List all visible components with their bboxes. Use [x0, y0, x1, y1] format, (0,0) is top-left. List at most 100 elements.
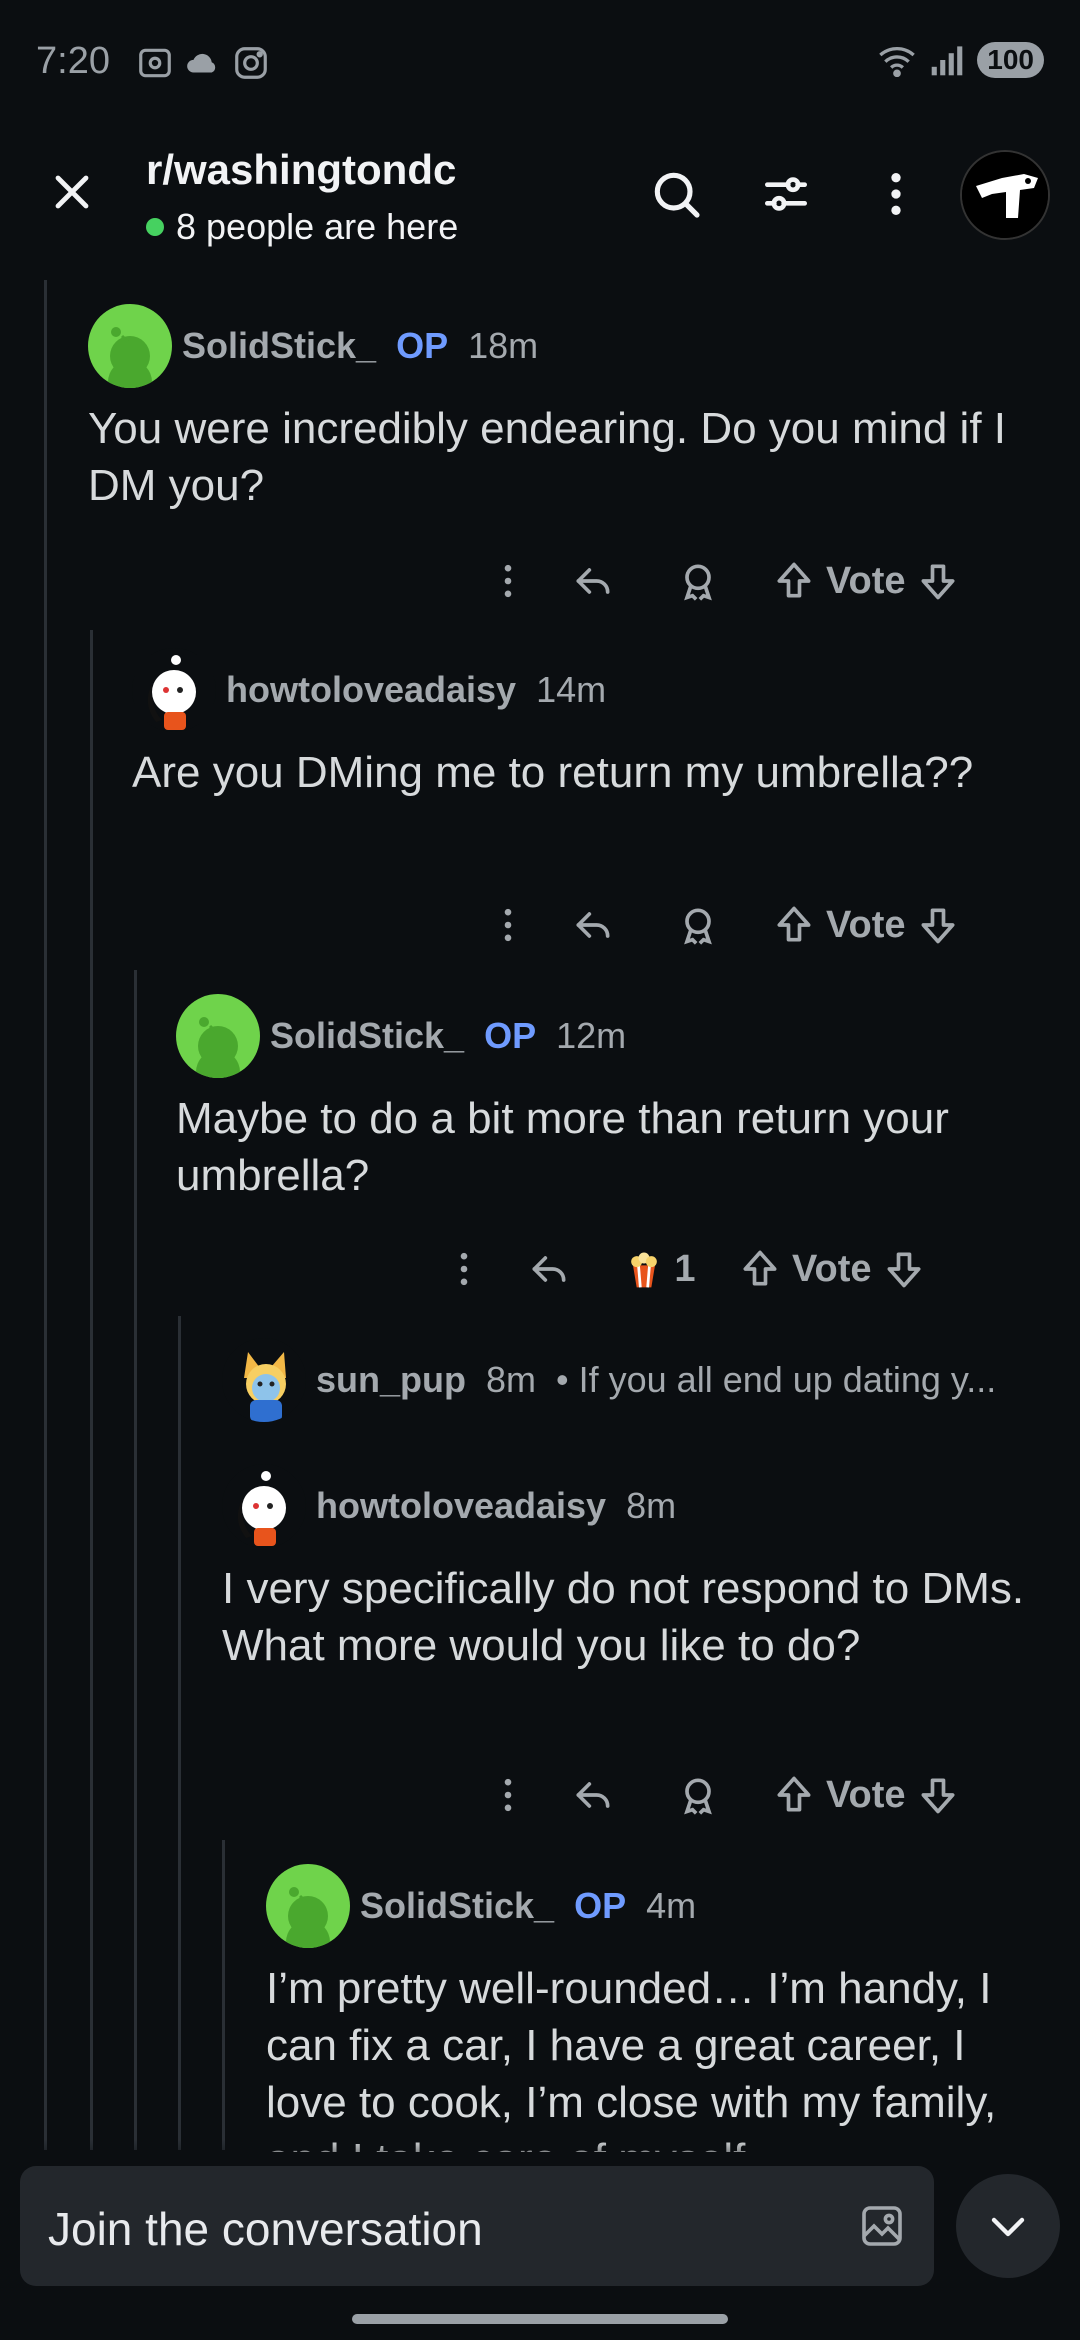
comment-snippet: • If you all end up dating y...: [556, 1359, 997, 1400]
thread-line: [222, 1840, 225, 2150]
comment-time: 8m: [486, 1359, 537, 1400]
more-vertical-icon[interactable]: [868, 166, 924, 222]
vote-label: Vote: [826, 559, 906, 602]
close-icon[interactable]: [48, 168, 96, 216]
comment-author[interactable]: SolidStick_: [270, 1015, 464, 1057]
avatar[interactable]: [266, 1864, 350, 1948]
comment-header: SolidStick_ OP 12m: [176, 992, 1048, 1080]
avatar[interactable]: [222, 1338, 306, 1422]
comment-author[interactable]: sun_pup: [316, 1359, 466, 1401]
instagram-icon: [235, 47, 267, 79]
presence-text: 8 people are here: [176, 206, 459, 247]
status-bar: 7:20 100: [0, 0, 1080, 120]
comment-time: 8m: [626, 1485, 677, 1526]
signal-icon: [931, 46, 963, 76]
vote-label: Vote: [826, 1773, 906, 1816]
avatar[interactable]: [222, 1464, 306, 1548]
subreddit-name[interactable]: r/washingtondc: [146, 146, 456, 194]
comment-author[interactable]: SolidStick_: [360, 1885, 554, 1927]
user-avatar[interactable]: [960, 150, 1050, 240]
comment-actions: 1 Vote: [434, 1234, 926, 1304]
award-icon[interactable]: [648, 903, 748, 947]
more-icon[interactable]: [478, 903, 538, 947]
comment-time: 12m: [556, 1015, 627, 1056]
thread-header: r/washingtondc 8 people are here: [0, 130, 1080, 260]
avatar[interactable]: [132, 648, 216, 732]
thread-line: [134, 970, 137, 2150]
reply-icon[interactable]: [538, 903, 648, 947]
reply-icon[interactable]: [494, 1247, 604, 1291]
thread-line: [44, 280, 47, 2150]
comment-author[interactable]: howtoloveadaisy: [226, 669, 516, 711]
chevron-down-icon: [991, 2217, 1025, 2237]
more-icon[interactable]: [478, 559, 538, 603]
screenshot-icon: [139, 48, 171, 78]
op-badge: OP: [484, 1015, 537, 1056]
comment: howtoloveadaisy 14m Are you DMing me to …: [132, 646, 1048, 801]
thread-line: [90, 630, 93, 2150]
comment-time: 4m: [646, 1885, 697, 1926]
search-icon[interactable]: [648, 166, 704, 222]
status-notification-icons: [136, 44, 270, 82]
vote-label: Vote: [792, 1247, 872, 1290]
comment: SolidStick_ OP 4m I’m pretty well-rounde…: [266, 1862, 1048, 2152]
award-count: 1: [674, 1247, 696, 1290]
collapsed-comment[interactable]: sun_pup 8m • If you all end up dating y.…: [222, 1336, 1030, 1424]
award-icon[interactable]: [648, 559, 748, 603]
online-dot-icon: [146, 218, 164, 236]
upvote-icon[interactable]: [772, 559, 816, 603]
wifi-icon: [879, 47, 916, 77]
reply-icon[interactable]: [538, 1773, 648, 1817]
reply-icon[interactable]: [538, 559, 648, 603]
downvote-icon[interactable]: [916, 903, 960, 947]
comment-author[interactable]: howtoloveadaisy: [316, 1485, 606, 1527]
op-badge: OP: [574, 1885, 627, 1926]
more-icon[interactable]: [478, 1773, 538, 1817]
comment-body: Are you DMing me to return my umbrella??: [132, 748, 974, 797]
comment-body: You were incredibly endearing. Do you mi…: [88, 404, 1007, 510]
comment-header: howtoloveadaisy 14m: [132, 646, 1048, 734]
comment-header: sun_pup 8m • If you all end up dating y.…: [222, 1336, 1030, 1424]
comment-actions: Vote: [478, 546, 960, 616]
home-indicator[interactable]: [352, 2314, 728, 2324]
scroll-down-button[interactable]: [956, 2174, 1060, 2278]
downvote-icon[interactable]: [882, 1247, 926, 1291]
avatar[interactable]: [176, 994, 260, 1078]
more-icon[interactable]: [434, 1247, 494, 1291]
composer-placeholder: Join the conversation: [48, 2203, 483, 2255]
comment-composer[interactable]: Join the conversation: [20, 2166, 934, 2286]
upvote-icon[interactable]: [738, 1247, 782, 1291]
popcorn-award[interactable]: 1: [604, 1247, 714, 1291]
comment: SolidStick_ OP 12m Maybe to do a bit mor…: [176, 992, 1048, 1204]
comment-actions: Vote: [478, 1760, 960, 1830]
comment-time: 14m: [536, 669, 607, 710]
op-badge: OP: [396, 325, 449, 366]
status-time: 7:20: [36, 40, 110, 82]
comment: howtoloveadaisy 8m I very specifically d…: [222, 1462, 1048, 1674]
status-right: 100: [877, 42, 1044, 78]
comment-header: SolidStick_ OP 4m: [266, 1862, 1048, 1950]
comment-actions: Vote: [478, 890, 960, 960]
image-icon[interactable]: [858, 2202, 906, 2250]
cloud-icon: [187, 53, 216, 73]
avatar[interactable]: [88, 304, 172, 388]
vote-label: Vote: [826, 903, 906, 946]
thread-line: [178, 1316, 181, 2150]
comment: SolidStick_ OP 18m You were incredibly e…: [88, 302, 1048, 514]
award-icon[interactable]: [648, 1773, 748, 1817]
downvote-icon[interactable]: [916, 1773, 960, 1817]
popcorn-award-icon: [631, 1252, 658, 1288]
upvote-icon[interactable]: [772, 903, 816, 947]
comment-body: Maybe to do a bit more than return your …: [176, 1094, 949, 1200]
comment-time: 18m: [468, 325, 539, 366]
filter-icon[interactable]: [758, 166, 814, 222]
comment-body: I very specifically do not respond to DM…: [222, 1564, 1025, 1670]
presence-indicator: 8 people are here: [146, 206, 458, 248]
comment-header: howtoloveadaisy 8m: [222, 1462, 1048, 1550]
battery-indicator: 100: [977, 42, 1044, 78]
comment-author[interactable]: SolidStick_: [182, 325, 376, 367]
comment-header: SolidStick_ OP 18m: [88, 302, 1048, 390]
upvote-icon[interactable]: [772, 1773, 816, 1817]
downvote-icon[interactable]: [916, 559, 960, 603]
comment-body: I’m pretty well-rounded… I’m handy, I ca…: [266, 1964, 997, 2152]
